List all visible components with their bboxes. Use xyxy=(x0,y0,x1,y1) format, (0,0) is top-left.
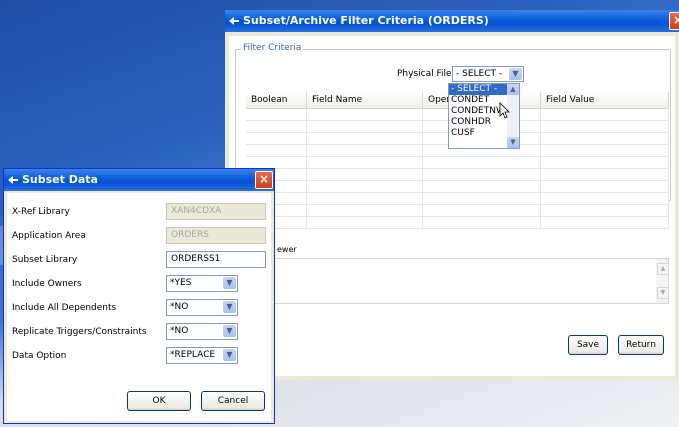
window-app-icon xyxy=(8,176,18,184)
include-all-dependents-select[interactable]: *NO ▼ xyxy=(166,299,238,316)
replicate-triggers-value: *NO xyxy=(170,326,189,336)
subset-dialog-titlebar[interactable]: Subset Data × xyxy=(4,169,274,191)
subset-dialog-content: X-Ref Library XAN4CDXA Application Area … xyxy=(7,193,271,421)
application-area-value: ORDERS xyxy=(171,230,209,240)
close-icon: × xyxy=(258,172,270,186)
chevron-down-icon[interactable]: ▼ xyxy=(223,301,236,313)
scroll-up-icon[interactable]: ▲ xyxy=(507,84,519,95)
xref-library-field: XAN4CDXA xyxy=(166,203,266,220)
include-owners-select[interactable]: *YES ▼ xyxy=(166,275,238,292)
table-row[interactable] xyxy=(246,168,669,181)
data-option-label: Data Option xyxy=(12,351,67,361)
ok-button[interactable]: OK xyxy=(127,391,191,411)
subset-dialog-close-button[interactable]: × xyxy=(255,171,273,189)
save-button[interactable]: Save xyxy=(568,335,608,355)
dropdown-option-select[interactable]: - SELECT - xyxy=(449,84,507,95)
filter-criteria-window: Subset/Archive Filter Criteria (ORDERS) … xyxy=(225,10,679,380)
replicate-triggers-label: Replicate Triggers/Constraints xyxy=(12,327,147,337)
subset-library-label: Subset Library xyxy=(12,255,78,265)
viewer-textarea[interactable]: ▲ ▼ xyxy=(259,258,669,304)
replicate-triggers-select[interactable]: *NO ▼ xyxy=(166,323,238,340)
scroll-up-icon[interactable]: ▲ xyxy=(657,263,669,275)
table-row[interactable] xyxy=(246,204,669,217)
include-all-dependents-value: *NO xyxy=(170,302,189,312)
filter-window-title: Subset/Archive Filter Criteria (ORDERS) xyxy=(243,14,489,27)
chevron-down-icon[interactable]: ▼ xyxy=(223,349,236,361)
xref-library-value: XAN4CDXA xyxy=(171,206,222,216)
application-area-field: ORDERS xyxy=(166,227,266,244)
filter-window-titlebar[interactable]: Subset/Archive Filter Criteria (ORDERS) … xyxy=(225,10,679,32)
viewer-label: ewer xyxy=(277,245,297,254)
subset-dialog-title: Subset Data xyxy=(22,173,98,186)
physical-files-value: - SELECT - xyxy=(456,69,503,79)
subset-library-input[interactable]: ORDERSS1 xyxy=(166,251,266,268)
filter-criteria-group-label: Filter Criteria xyxy=(241,43,304,53)
chevron-down-icon[interactable]: ▼ xyxy=(223,277,236,289)
scroll-down-icon[interactable]: ▼ xyxy=(507,137,519,148)
cancel-button[interactable]: Cancel xyxy=(201,391,265,411)
table-row[interactable] xyxy=(246,216,669,229)
close-icon: × xyxy=(672,13,679,27)
viewer-scrollbar[interactable]: ▲ ▼ xyxy=(656,259,669,303)
data-option-value: *REPLACE xyxy=(170,350,216,360)
table-row[interactable] xyxy=(246,180,669,193)
mouse-pointer-icon xyxy=(499,102,510,119)
include-all-dependents-label: Include All Dependents xyxy=(12,303,117,313)
column-header-field-name[interactable]: Field Name xyxy=(306,92,423,109)
filter-window-close-button[interactable]: × xyxy=(669,12,679,30)
include-owners-label: Include Owners xyxy=(12,279,82,289)
physical-files-select[interactable]: - SELECT - ▼ xyxy=(452,66,524,82)
dropdown-option-cusf[interactable]: CUSF xyxy=(449,128,507,139)
chevron-down-icon[interactable]: ▼ xyxy=(509,68,522,80)
window-app-icon xyxy=(229,17,239,25)
physical-files-label: Physical Files xyxy=(397,69,457,79)
subset-data-dialog: Subset Data × X-Ref Library XAN4CDXA App… xyxy=(3,168,275,424)
data-option-select[interactable]: *REPLACE ▼ xyxy=(166,347,238,364)
subset-library-value: ORDERSS1 xyxy=(171,254,221,264)
column-header-boolean[interactable]: Boolean xyxy=(246,92,307,109)
include-owners-value: *YES xyxy=(170,278,192,288)
table-row[interactable] xyxy=(246,192,669,205)
scroll-down-icon[interactable]: ▼ xyxy=(657,287,669,299)
xref-library-label: X-Ref Library xyxy=(12,207,70,217)
table-row[interactable] xyxy=(246,156,669,169)
application-area-label: Application Area xyxy=(12,231,86,241)
filter-window-content: Filter Criteria Physical Files - SELECT … xyxy=(229,36,675,376)
return-button[interactable]: Return xyxy=(618,335,664,355)
column-header-field-value[interactable]: Field Value xyxy=(540,92,669,109)
chevron-down-icon[interactable]: ▼ xyxy=(223,325,236,337)
